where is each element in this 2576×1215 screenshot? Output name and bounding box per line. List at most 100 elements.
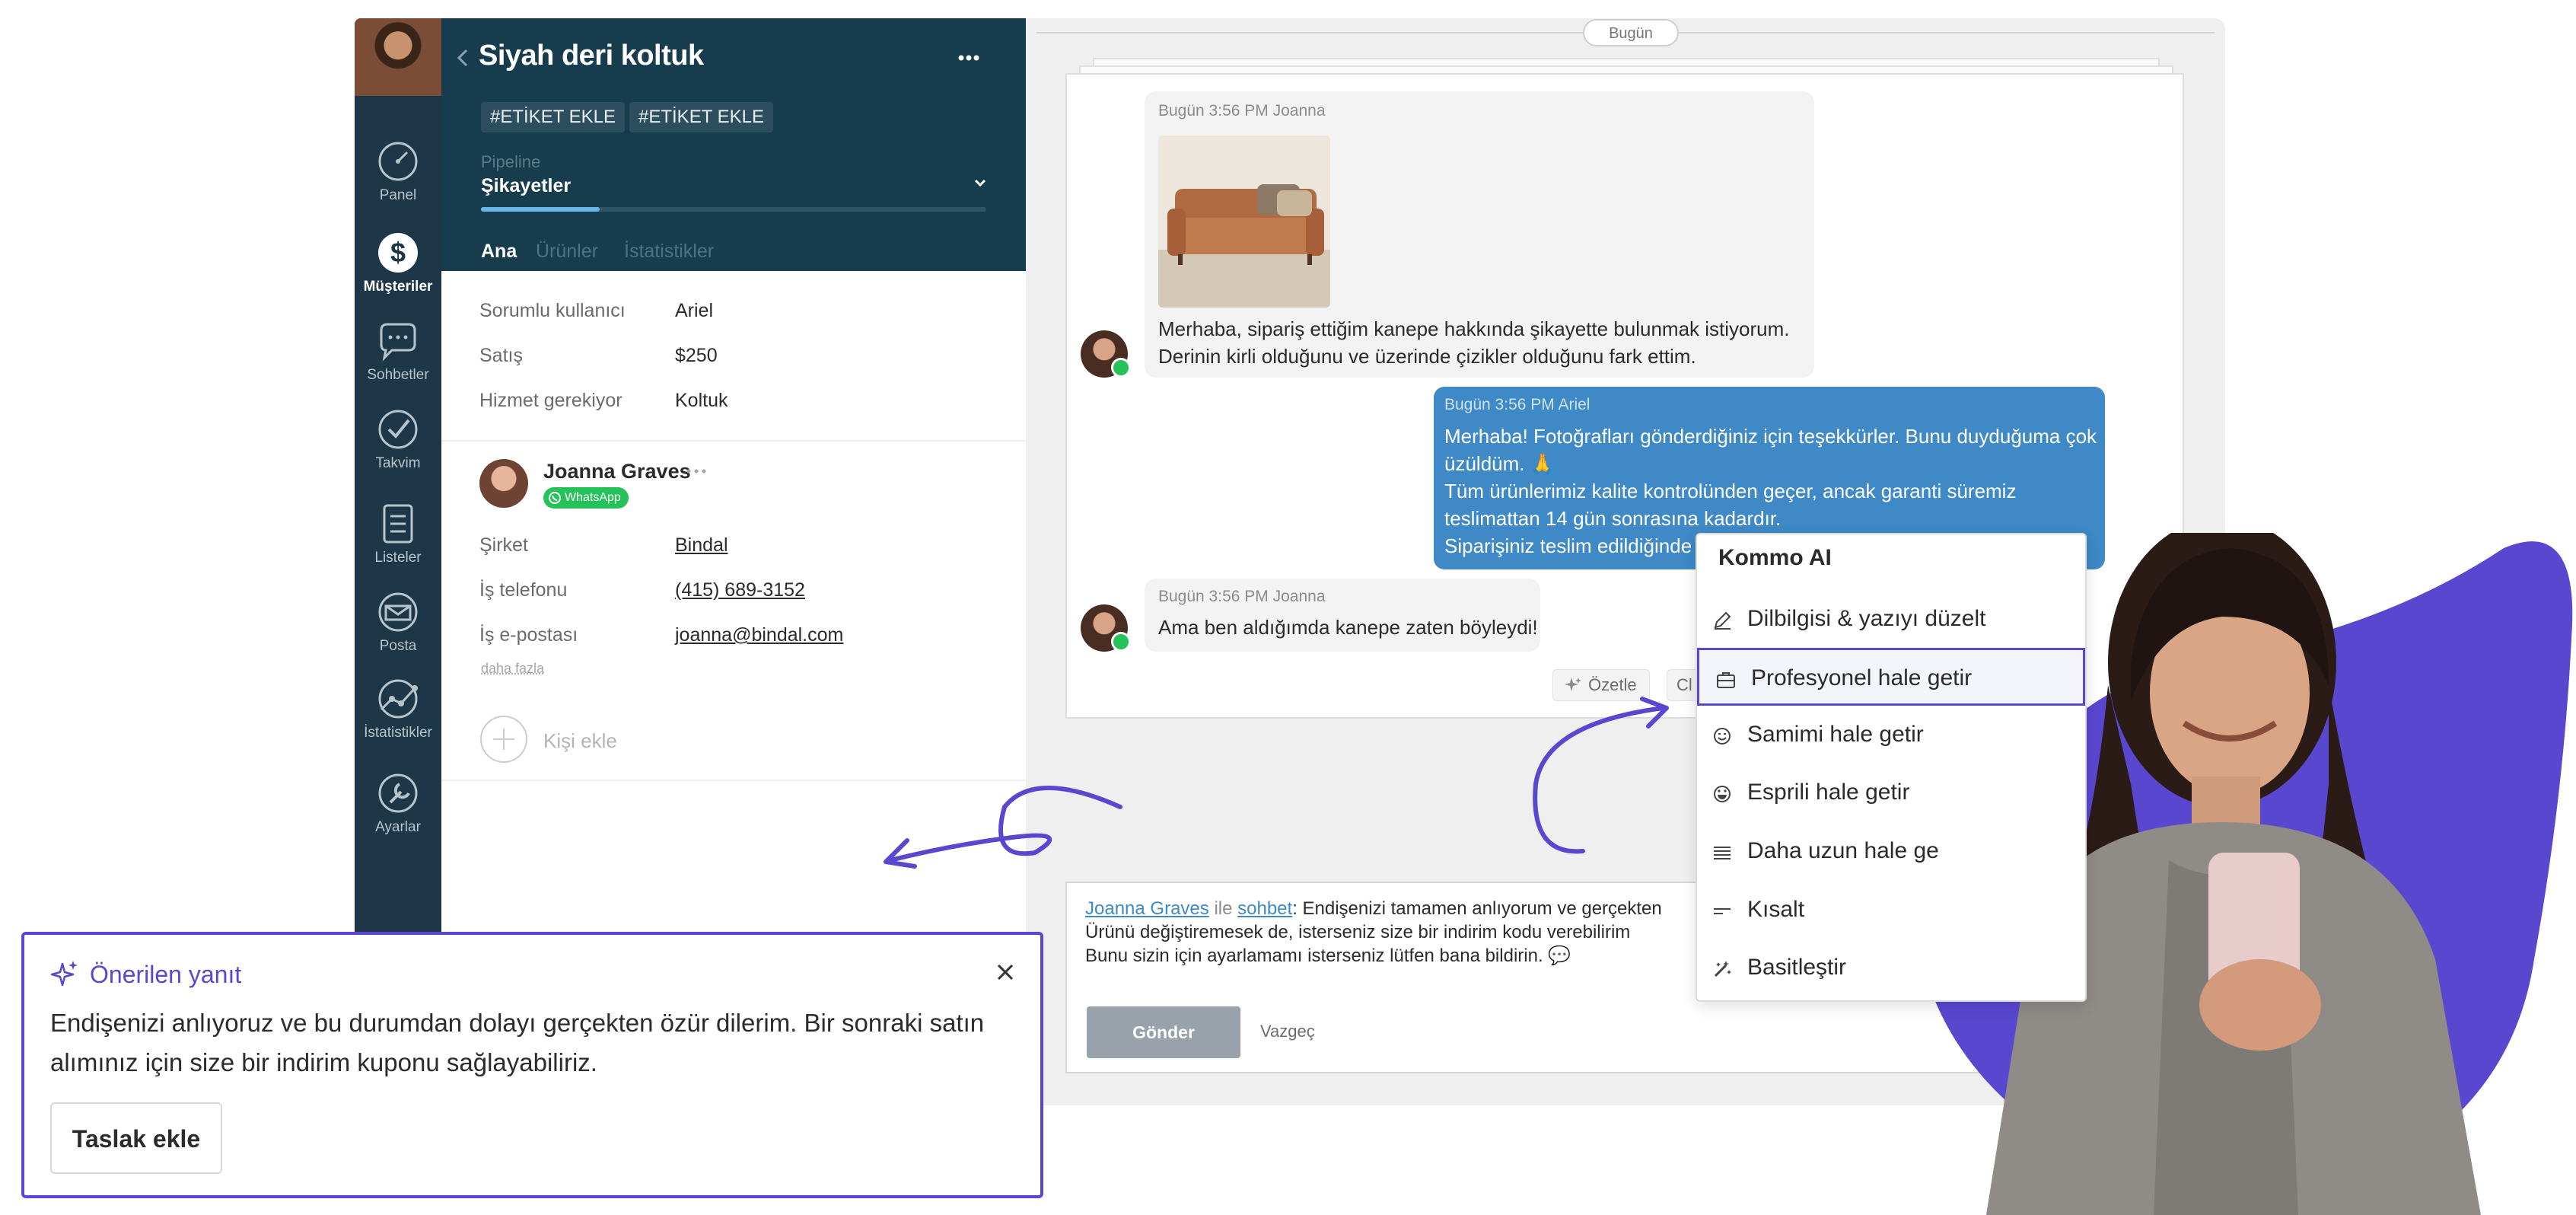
phone-link[interactable]: (415) 689-3152: [675, 579, 805, 601]
close-icon[interactable]: [994, 961, 1017, 984]
ai-menu-title: Kommo AI: [1718, 545, 1832, 570]
nav-label: Takvim: [375, 455, 421, 471]
field-label: Şirket: [479, 534, 528, 556]
ai-option-label: Esprili hale getir: [1747, 780, 1910, 805]
add-tag-button[interactable]: #ETİKET EKLE: [629, 102, 773, 132]
left-navigation: Panel $ Müşteriler Sohbetler Takvim List…: [355, 18, 441, 932]
whatsapp-icon: [549, 492, 561, 504]
pencil-icon: [1714, 611, 1731, 630]
lead-title: Siyah deri koltuk: [479, 40, 704, 72]
message-text: Ama ben aldığımda kanepe zaten böyleydi!: [1158, 616, 1538, 639]
user-avatar[interactable]: [355, 18, 441, 96]
tab-main[interactable]: Ana: [481, 241, 517, 263]
ai-option-professional[interactable]: Profesyonel hale getir: [1697, 648, 2085, 706]
field-label: Satış: [479, 345, 523, 366]
nav-item-chats[interactable]: Sohbetler: [355, 320, 441, 384]
field-label: Hizmet gerekiyor: [479, 390, 623, 411]
ai-option-friendly[interactable]: Samimi hale getir: [1696, 706, 2087, 764]
chat-icon: [380, 323, 416, 362]
ai-option-fix-grammar[interactable]: Dilbilgisi & yazıyı düzelt: [1696, 591, 2087, 649]
nav-label: Listeler: [374, 550, 422, 566]
composer-line: Ürünü değiştiremesek de, isterseniz size…: [1085, 922, 1631, 942]
ai-option-funny[interactable]: Esprili hale getir: [1696, 764, 2087, 822]
nav-label: Müşteriler: [363, 279, 433, 295]
suggestion-line: Endişenizi anlıyoruz ve bu durumdan dola…: [50, 1009, 985, 1037]
contact-more-icon[interactable]: [685, 467, 708, 475]
more-options-icon[interactable]: [957, 53, 980, 62]
chevron-down-icon[interactable]: [973, 177, 988, 189]
field-value[interactable]: Koltuk: [675, 390, 728, 412]
sparkle-icon: [50, 961, 78, 987]
send-button[interactable]: Gönder: [1087, 1006, 1240, 1058]
ai-option-label: Basitleştir: [1747, 955, 1847, 980]
contact-name[interactable]: Joanna Graves: [543, 460, 691, 483]
nav-item-panel[interactable]: Panel: [355, 140, 441, 204]
briefcase-icon: [1717, 672, 1735, 688]
sofa-photo[interactable]: [1158, 136, 1330, 308]
dollar-icon: $: [378, 233, 418, 273]
laugh-icon: [1714, 786, 1731, 802]
svg-text:$: $: [390, 237, 406, 268]
suggestion-line: alımınız için size bir indirim kuponu sa…: [50, 1048, 597, 1076]
message-meta: Bugün 3:56 PM Joanna: [1158, 102, 1326, 120]
day-separator: Bugün: [1583, 19, 1679, 46]
divider: [441, 440, 1026, 442]
nav-item-calendar[interactable]: Takvim: [355, 408, 441, 472]
list-icon: [383, 504, 413, 544]
nav-item-lists[interactable]: Listeler: [355, 502, 441, 566]
tab-products[interactable]: Ürünler: [536, 241, 598, 263]
magic-icon: [1714, 961, 1731, 977]
ai-option-label: Profesyonel hale getir: [1751, 665, 1973, 690]
back-chevron-icon[interactable]: [455, 47, 470, 69]
with-word: ile: [1214, 898, 1233, 919]
email-link[interactable]: joanna@bindal.com: [675, 624, 843, 646]
nav-item-settings[interactable]: Ayarlar: [355, 772, 441, 836]
divider: [441, 780, 1026, 781]
ai-option-label: Kısalt: [1747, 897, 1805, 922]
ai-option-simplify[interactable]: Basitleştir: [1696, 939, 2087, 997]
nav-label: Sohbetler: [367, 367, 429, 383]
nav-label: Posta: [379, 638, 417, 654]
smile-icon: [1714, 728, 1731, 745]
more-fields-link[interactable]: daha fazla: [481, 661, 544, 677]
wrench-icon: [378, 773, 418, 813]
suggestion-text: Endişenizi anlıyoruz ve bu durumdan dola…: [50, 1003, 994, 1083]
ai-option-shorter[interactable]: Kısalt: [1696, 882, 2087, 939]
contact-avatar[interactable]: [479, 459, 528, 508]
field-label: İş e-postası: [479, 624, 578, 646]
channel-link[interactable]: sohbet: [1237, 898, 1292, 919]
ai-option-longer[interactable]: Daha uzun hale ge: [1696, 823, 2087, 881]
tab-stats[interactable]: İstatistikler: [624, 241, 714, 263]
mail-icon: [378, 592, 418, 632]
check-icon: [378, 410, 418, 449]
nav-item-stats[interactable]: İstatistikler: [355, 678, 441, 741]
sparkle-icon: [1565, 678, 1581, 691]
recipient-link[interactable]: Joanna Graves: [1085, 898, 1209, 919]
add-tag-button[interactable]: #ETİKET EKLE: [481, 102, 625, 132]
add-draft-button[interactable]: Taslak ekle: [50, 1102, 222, 1174]
lines-icon: [1714, 847, 1731, 859]
whatsapp-icon: [1111, 358, 1131, 378]
pipeline-label: Pipeline: [481, 152, 541, 171]
channel-name: WhatsApp: [565, 491, 621, 504]
message-meta: Bugün 3:56 PM Ariel: [1444, 396, 1590, 413]
nav-item-mail[interactable]: Posta: [355, 591, 441, 655]
nav-label: Panel: [379, 187, 417, 203]
composer-text[interactable]: Joanna Graves ile sohbet: Endişenizi tam…: [1085, 897, 1709, 968]
nav-item-customers[interactable]: $ Müşteriler: [355, 231, 441, 295]
gauge-icon: [378, 142, 418, 181]
field-value[interactable]: $250: [675, 345, 718, 367]
company-link[interactable]: Bindal: [675, 534, 728, 556]
add-contact-icon[interactable]: [479, 715, 528, 764]
message-text: Merhaba, sipariş ettiğim kanepe hakkında…: [1158, 317, 1790, 368]
ai-option-label: Samimi hale getir: [1747, 722, 1924, 747]
stats-icon: [378, 679, 418, 719]
pipeline-select[interactable]: Şikayetler: [481, 175, 571, 197]
ai-option-label: Daha uzun hale ge: [1747, 838, 1939, 863]
cancel-button[interactable]: Vazgeç: [1260, 1022, 1315, 1041]
field-value[interactable]: Ariel: [675, 300, 713, 322]
whatsapp-icon: [1111, 632, 1131, 652]
field-label: İş telefonu: [479, 579, 568, 601]
composer-line: : Endişenizi tamamen anlıyorum ve gerçek…: [1292, 898, 1662, 919]
add-contact-button[interactable]: Kişi ekle: [543, 729, 617, 753]
